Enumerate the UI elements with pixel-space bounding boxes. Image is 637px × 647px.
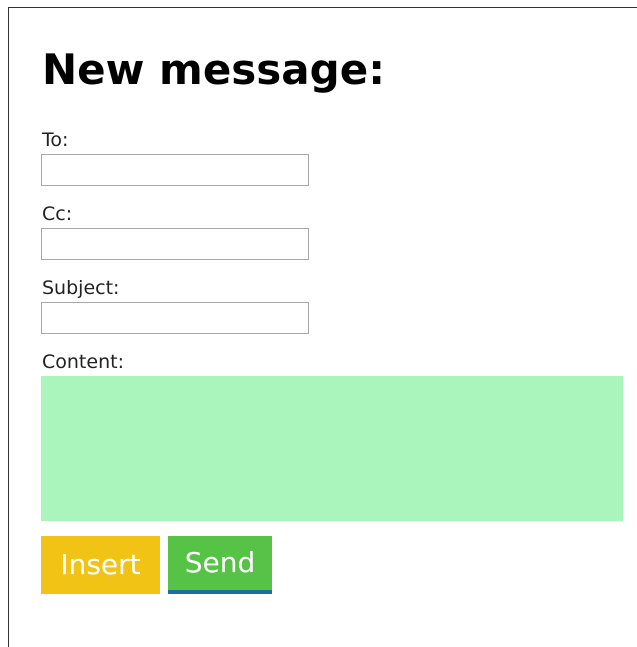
subject-label: Subject: <box>42 277 120 299</box>
message-form: New message: To: Cc: Subject: Content: I… <box>8 7 637 647</box>
send-button[interactable]: Send <box>168 536 272 594</box>
page-title: New message: <box>42 45 385 94</box>
to-field[interactable] <box>41 154 309 186</box>
to-label: To: <box>42 129 69 151</box>
content-label: Content: <box>42 351 124 373</box>
content-textarea[interactable] <box>41 376 623 521</box>
cc-label: Cc: <box>42 203 73 225</box>
subject-field[interactable] <box>41 302 309 334</box>
cc-field[interactable] <box>41 228 309 260</box>
insert-button[interactable]: Insert <box>41 536 160 594</box>
